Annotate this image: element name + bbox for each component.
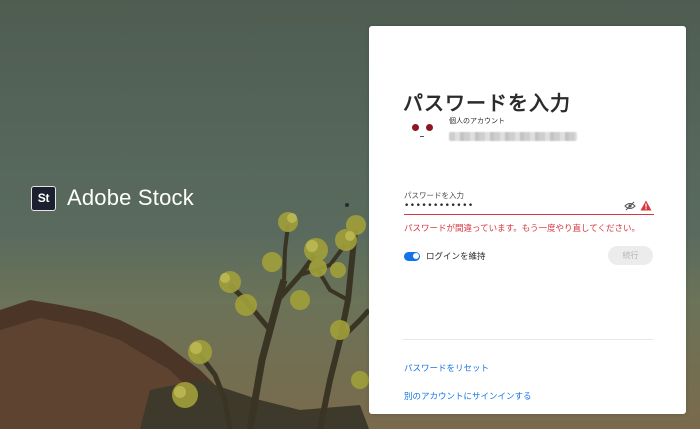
account-type-label: 個人のアカウント (449, 116, 505, 125)
account-email-redacted (449, 131, 577, 141)
adobe-stock-logo: St (31, 185, 56, 211)
password-field[interactable]: •••••••••••• (404, 199, 654, 215)
password-error-message: パスワードが間違っています。もう一度やり直してください。 (404, 224, 640, 234)
stay-signed-in-toggle[interactable] (404, 251, 420, 261)
continue-button[interactable]: 続行 (608, 246, 653, 265)
stay-signed-in-row: ログインを維持 (404, 250, 486, 262)
eye-off-icon[interactable] (624, 201, 636, 211)
stay-signed-in-label: ログインを維持 (426, 252, 486, 262)
sign-in-other-account-link[interactable]: 別のアカウントにサインインする (404, 390, 532, 402)
alert-triangle-icon (640, 200, 652, 211)
brand: St Adobe Stock (31, 185, 194, 211)
password-value: •••••••••••• (404, 201, 474, 211)
sign-in-card: パスワードを入力 個人のアカウント パスワードを入力 •••••••••••• … (369, 26, 686, 414)
divider (402, 339, 654, 340)
brand-name: Adobe Stock (67, 185, 194, 210)
reset-password-link[interactable]: パスワードをリセット (404, 362, 489, 374)
avatar (405, 112, 439, 146)
account-info: 個人のアカウント (405, 112, 577, 146)
